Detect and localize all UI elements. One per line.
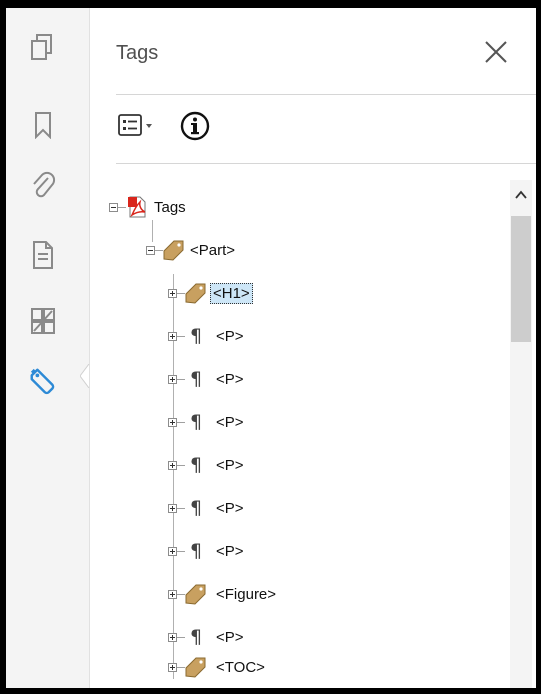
tree-node-label: <H1> xyxy=(210,282,253,304)
tree-item[interactable]: <Figure> xyxy=(168,579,279,609)
scroll-up-button[interactable] xyxy=(514,188,528,200)
tree-item[interactable]: ¶ <P> xyxy=(168,364,247,394)
tag-icon xyxy=(185,583,207,605)
tree-item[interactable]: ¶ <P> xyxy=(168,493,247,523)
tags-panel-window: Tags Tags <Part> <H1> ¶ <P> ¶ <P> ¶ <P> … xyxy=(6,8,536,688)
collapse-toggle[interactable] xyxy=(109,202,118,212)
tree-root-row[interactable]: Tags xyxy=(109,192,189,222)
tree-item[interactable]: ¶ <P> xyxy=(168,407,247,437)
scroll-thumb[interactable] xyxy=(511,216,531,342)
tree-node-label: <P> xyxy=(216,327,244,345)
paragraph-icon: ¶ xyxy=(189,367,203,390)
expand-toggle[interactable] xyxy=(168,546,177,556)
paragraph-icon: ¶ xyxy=(189,539,203,562)
tree-item[interactable]: ¶ <P> xyxy=(168,321,247,351)
tree-node-label: <Part> xyxy=(190,241,236,259)
paragraph-icon: ¶ xyxy=(189,410,203,433)
tree-item[interactable]: <H1> xyxy=(168,278,253,308)
collapse-toggle[interactable] xyxy=(146,245,155,255)
tree-node-label: <TOC> xyxy=(216,658,265,676)
expand-toggle[interactable] xyxy=(168,460,177,470)
expand-toggle[interactable] xyxy=(168,288,177,298)
tree-node-label: Tags xyxy=(154,198,186,216)
vertical-scrollbar[interactable] xyxy=(510,180,532,688)
tree-node-label: <P> xyxy=(216,413,244,431)
tree-node-label: <P> xyxy=(216,542,244,560)
expand-toggle[interactable] xyxy=(168,662,177,672)
tree-item[interactable]: ¶ <P> xyxy=(168,622,247,652)
tree-node-label: <P> xyxy=(216,499,244,517)
tree-node-label: <Figure> xyxy=(216,585,277,603)
paragraph-icon: ¶ xyxy=(189,625,203,648)
expand-toggle[interactable] xyxy=(168,503,177,513)
chevron-up-icon xyxy=(515,190,527,199)
tags-tree: Tags <Part> <H1> ¶ <P> ¶ <P> ¶ <P> ¶ <P>… xyxy=(6,8,536,688)
expand-toggle[interactable] xyxy=(168,374,177,384)
tree-item[interactable]: ¶ <P> xyxy=(168,450,247,480)
tree-node-label: <P> xyxy=(216,628,244,646)
paragraph-icon: ¶ xyxy=(189,496,203,519)
tag-icon xyxy=(185,656,207,678)
tag-icon xyxy=(163,239,185,261)
paragraph-icon: ¶ xyxy=(189,453,203,476)
tree-part-row[interactable]: <Part> xyxy=(146,235,238,265)
expand-toggle[interactable] xyxy=(168,331,177,341)
tree-node-label: <P> xyxy=(216,370,244,388)
paragraph-icon: ¶ xyxy=(189,324,203,347)
expand-toggle[interactable] xyxy=(168,589,177,599)
tree-item[interactable]: <TOC> xyxy=(168,652,268,682)
pdf-icon xyxy=(126,196,148,218)
tag-icon xyxy=(185,282,207,304)
expand-toggle[interactable] xyxy=(168,632,177,642)
tree-node-label: <P> xyxy=(216,456,244,474)
expand-toggle[interactable] xyxy=(168,417,177,427)
tree-item[interactable]: ¶ <P> xyxy=(168,536,247,566)
